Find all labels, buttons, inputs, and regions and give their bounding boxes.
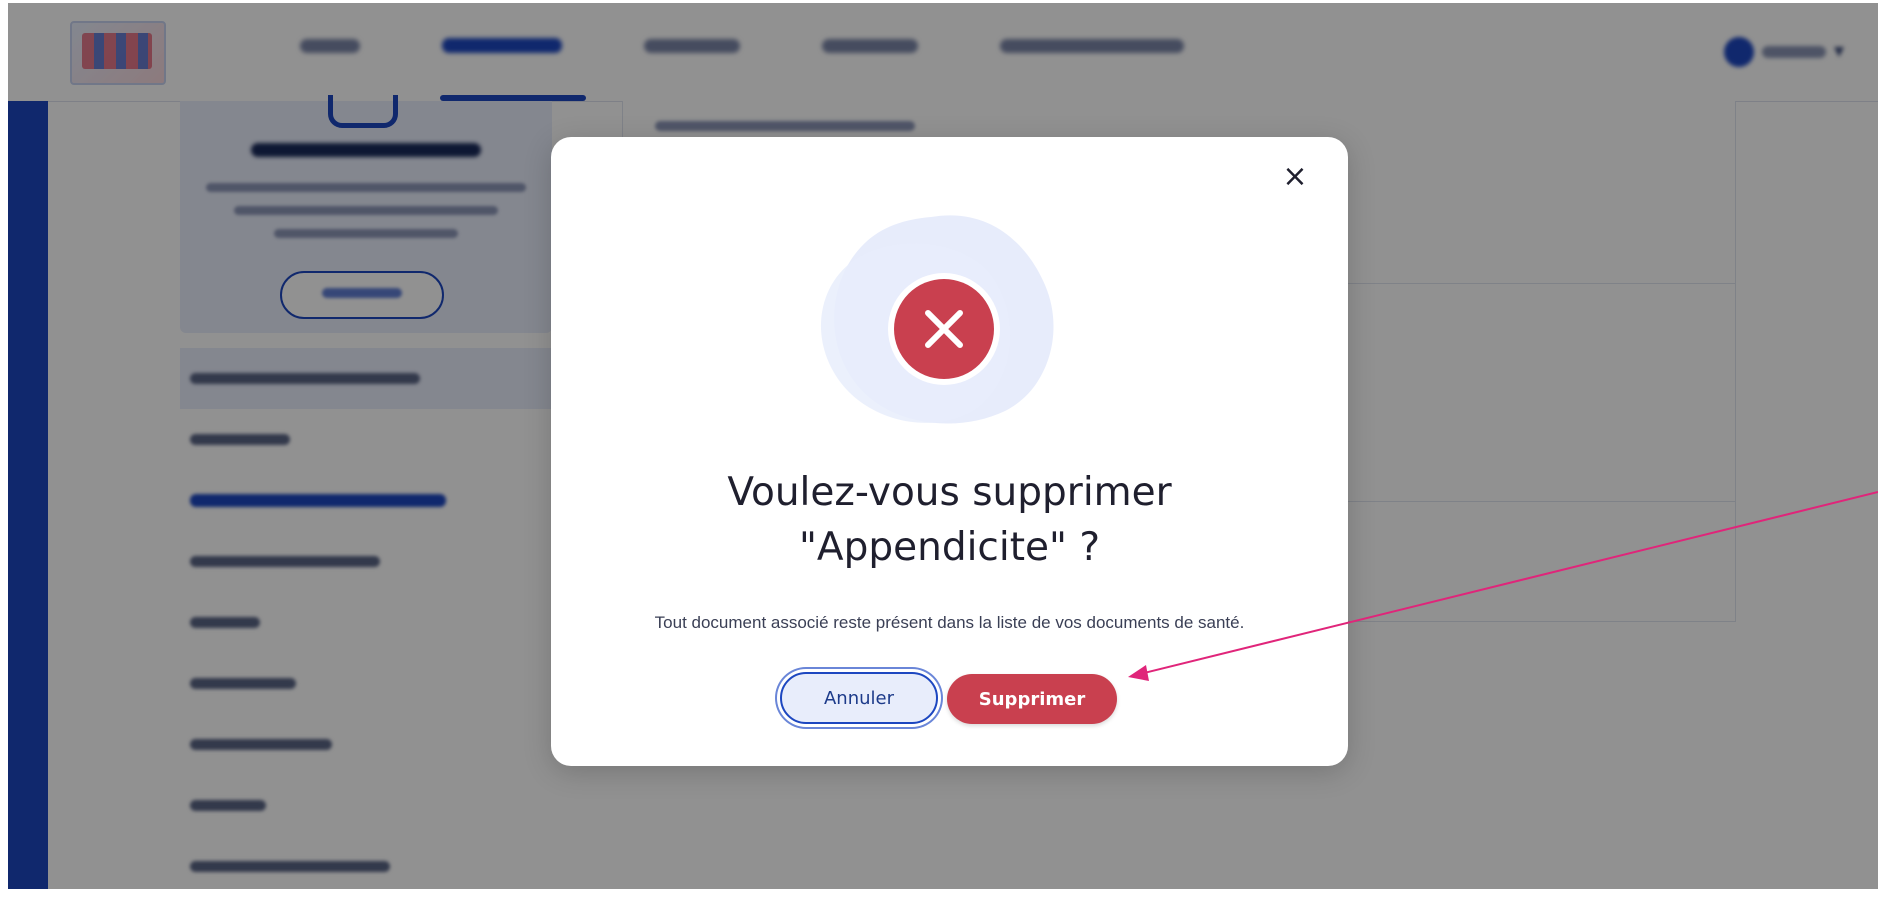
close-icon: ×: [1282, 159, 1308, 194]
cancel-button[interactable]: Annuler: [780, 672, 938, 724]
window-edge: [0, 0, 8, 889]
delete-button[interactable]: Supprimer: [947, 674, 1117, 724]
delete-confirmation-dialog: × Voulez-vous supprimer "Appendicite" ? …: [551, 137, 1348, 766]
close-button[interactable]: ×: [1277, 159, 1313, 195]
dialog-title-line-2: "Appendicite" ?: [798, 525, 1101, 570]
dialog-actions: Annuler Supprimer: [551, 670, 1348, 730]
dialog-title-line-1: Voulez-vous supprimer: [727, 470, 1172, 515]
error-x-icon: [820, 215, 1054, 424]
dialog-title: Voulez-vous supprimer "Appendicite" ?: [591, 465, 1308, 575]
dialog-message: Tout document associé reste présent dans…: [654, 613, 1245, 632]
